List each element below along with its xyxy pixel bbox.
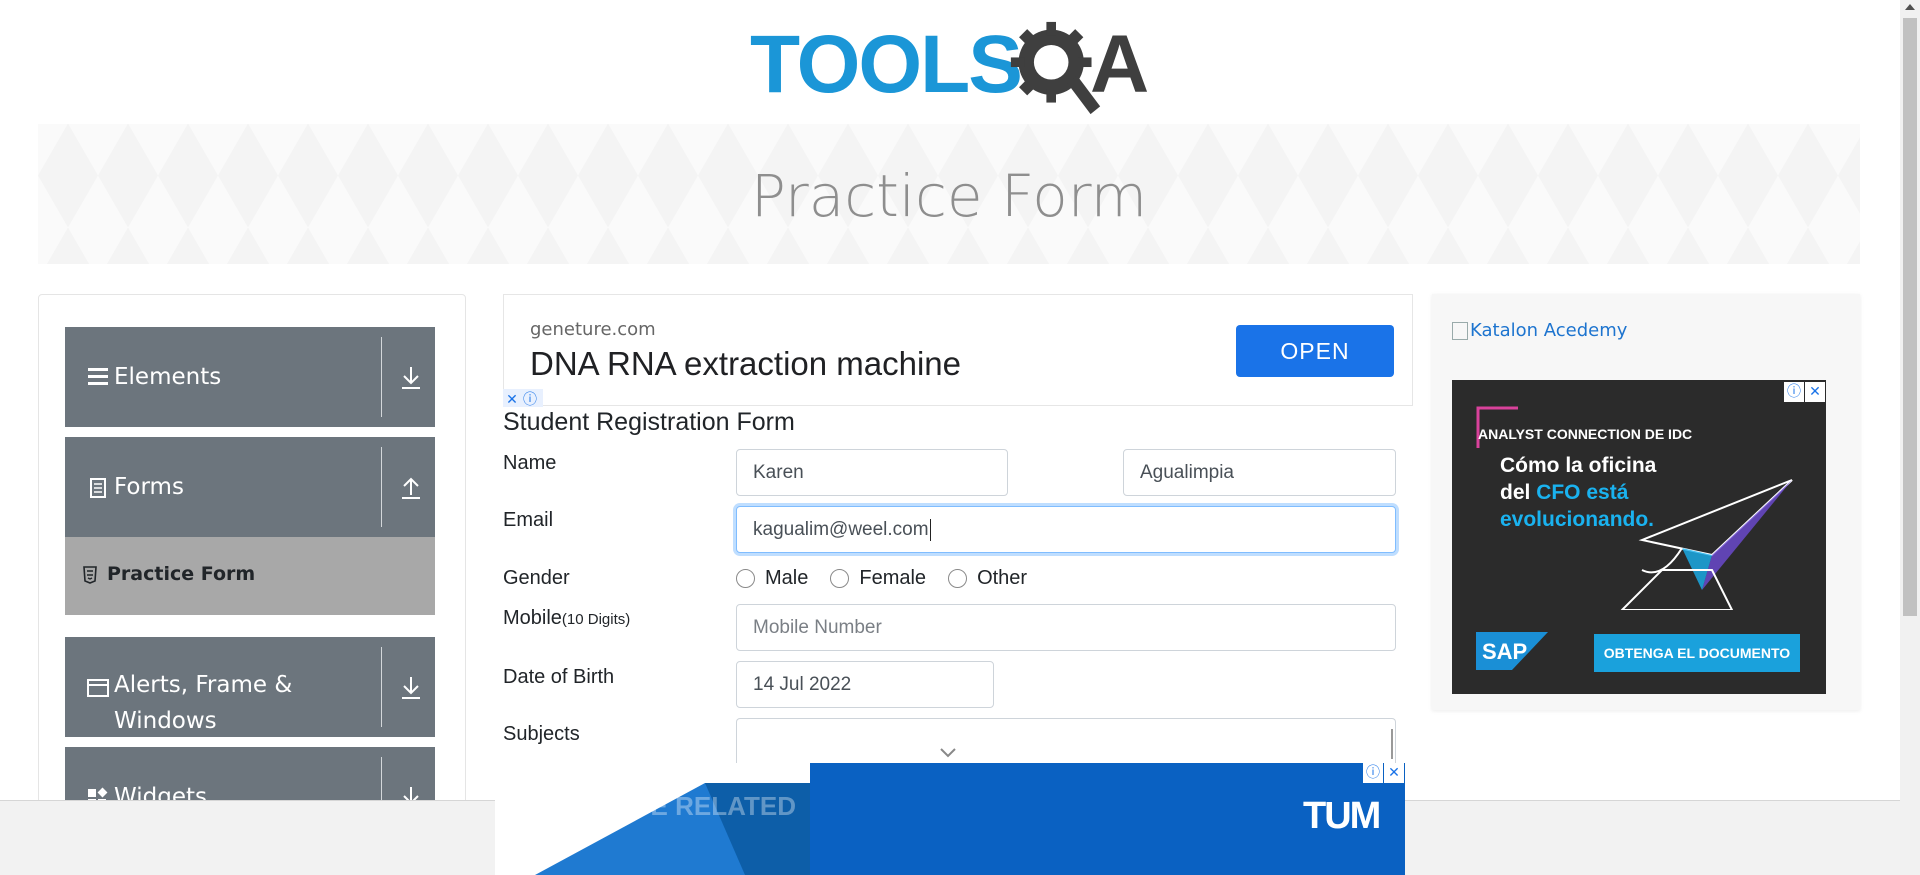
gender-label: Gender [503,567,570,589]
sidebar: Elements Forms Practice Form Alerts, Fra… [38,294,466,814]
download-arrow-icon[interactable] [400,675,422,701]
last-name-input[interactable]: Agualimpia [1123,449,1396,496]
tum-logo: TUM [1303,795,1381,837]
last-name-value: Agualimpia [1140,461,1234,483]
mobile-hint: (10 Digits) [561,611,631,628]
sap-logo: SAP [1476,632,1548,670]
first-name-value: Karen [753,461,804,483]
page-banner: Practice Form [38,124,1860,264]
idc-sap-ad[interactable]: ANALYST CONNECTION DE IDC Cómo la oficin… [1452,380,1826,694]
broken-image-icon [1452,321,1468,340]
ad-open-button[interactable]: OPEN [1236,325,1394,377]
date-of-birth-input[interactable]: 14 Jul 2022 [736,661,994,708]
subjects-input[interactable] [736,718,1396,768]
get-document-button[interactable]: OBTENGA EL DOCUMENTO [1594,634,1800,672]
ad-domain: geneture.com [530,319,656,340]
paper-plane-icon [1620,479,1793,610]
upload-arrow-icon[interactable] [400,475,422,501]
page-scrollbar[interactable] [1900,0,1920,875]
email-input[interactable]: kagualim@weel.com [736,506,1396,553]
divider [381,337,382,417]
name-label: Name [503,452,557,474]
scroll-edge [1391,729,1393,759]
sap-text: SAP [1482,639,1527,664]
gender-male-option[interactable]: Male [736,567,808,590]
sidebar-group-label: Forms [114,474,184,500]
close-icon[interactable]: ✕ [503,391,521,409]
ad-overline: ANALYST CONNECTION DE IDC [1478,426,1693,442]
radio-label: Male [765,567,809,589]
info-icon[interactable]: ⓘ [1784,382,1804,402]
ad-overlay-text: PRACTICE RELATED [535,791,796,821]
chevron-down-icon[interactable] [939,747,957,759]
mobile-placeholder: Mobile Number [753,616,882,638]
scroll-thumb[interactable] [1903,18,1917,616]
sidebar-group-label: Elements [114,364,222,390]
sidebar-group-elements[interactable]: Elements [65,327,435,427]
gender-radio-group: Male Female Other [736,567,1049,590]
scroll-up-arrow-icon[interactable] [1905,4,1915,10]
radio-label: Other [977,567,1028,589]
download-arrow-icon[interactable] [400,365,422,391]
radio-button[interactable] [948,569,968,588]
divider [381,647,382,727]
close-icon[interactable]: ✕ [1805,382,1825,402]
radio-button[interactable] [830,569,850,588]
divider [381,447,382,527]
menu-lines-icon [88,368,108,385]
katalon-academy-link[interactable]: Katalon Acedemy [1452,320,1627,341]
sidebar-item-label: Practice Form [107,563,256,585]
email-value: kagualim@weel.com [753,518,929,540]
bottom-advertisement[interactable]: PRACTICE RELATED TUM ⓘ ✕ [495,763,1405,875]
info-icon[interactable]: ⓘ [521,391,539,409]
gender-female-option[interactable]: Female [830,567,926,590]
mobile-number-input[interactable]: Mobile Number [736,604,1396,651]
link-text: Katalon Acedemy [1470,320,1628,341]
mobile-label-text: Mobile [503,607,562,629]
info-icon[interactable]: ⓘ [1363,763,1383,783]
form-title: Student Registration Form [503,408,795,436]
subjects-label: Subjects [503,723,580,745]
dob-label: Date of Birth [503,666,615,688]
sidebar-item-practice-form[interactable]: Practice Form [65,537,435,615]
html5-icon [83,566,97,584]
ad-headline[interactable]: DNA RNA extraction machine [530,345,961,383]
window-icon [87,679,109,697]
toolsqa-logo[interactable]: TOOLS A [750,18,1155,115]
email-label: Email [503,509,554,531]
logo-text-tools: TOOLS [750,19,1023,110]
page-title: Practice Form [750,162,1148,230]
logo-text-a: A [1090,19,1150,110]
gender-other-option[interactable]: Other [948,567,1027,590]
ad-choices-badge[interactable]: ✕ ⓘ [503,389,543,409]
document-icon [90,478,106,498]
mobile-label: Mobile(10 Digits) [503,607,630,630]
close-icon[interactable]: ✕ [1384,763,1404,783]
radio-button[interactable] [736,569,755,588]
dob-value: 14 Jul 2022 [753,673,852,695]
sidebar-group-forms[interactable]: Forms [65,437,435,537]
first-name-input[interactable]: Karen [736,449,1008,496]
text-caret [929,518,931,541]
headline-line2a: del [1500,481,1537,504]
right-advertisement: Katalon Acedemy ANALYST CONNECTION DE ID… [1432,294,1860,710]
top-advertisement[interactable]: geneture.com DNA RNA extraction machine … [503,294,1413,406]
sidebar-group-alerts[interactable]: Alerts, Frame & Windows [65,637,435,737]
sidebar-group-label: Alerts, Frame & Windows [114,672,293,734]
radio-label: Female [859,567,927,589]
